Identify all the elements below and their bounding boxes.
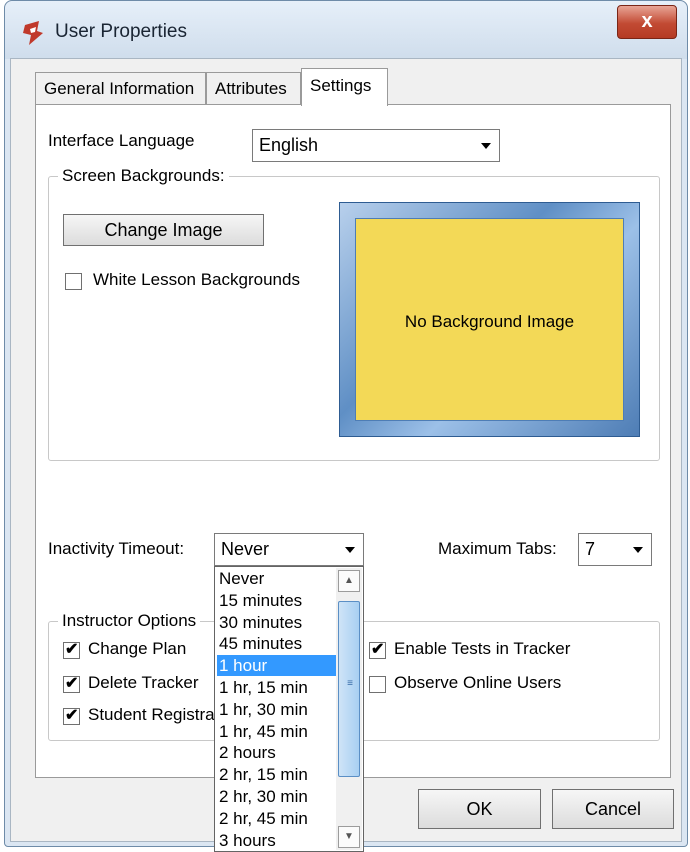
observe-online-users-checkbox[interactable] bbox=[369, 676, 386, 693]
ok-button[interactable]: OK bbox=[418, 789, 541, 829]
white-lesson-backgrounds-label: White Lesson Backgrounds bbox=[93, 270, 300, 289]
timeout-option[interactable]: 1 hr, 30 min bbox=[217, 699, 337, 720]
timeout-option[interactable]: 1 hour bbox=[217, 655, 337, 677]
selected-language: English bbox=[259, 135, 319, 155]
background-preview-frame: No Background Image bbox=[339, 202, 640, 437]
dropdown-scrollbar[interactable]: ▲ ≡ ▼ bbox=[336, 568, 362, 850]
inactivity-timeout-label: Inactivity Timeout: bbox=[48, 539, 185, 558]
screen-backgrounds-title: Screen Backgrounds: bbox=[58, 166, 229, 186]
scroll-down-button[interactable]: ▼ bbox=[338, 826, 360, 848]
timeout-option[interactable]: 1 hr, 15 min bbox=[217, 677, 337, 698]
checkmark-icon: ✔ bbox=[65, 675, 79, 692]
timeout-option[interactable]: 2 hr, 45 min bbox=[217, 808, 337, 829]
preview-text: No Background Image bbox=[404, 312, 575, 331]
timeout-option[interactable]: Never bbox=[217, 568, 337, 589]
chevron-down-icon bbox=[481, 143, 491, 149]
timeout-option[interactable]: 45 minutes bbox=[217, 633, 337, 654]
student-registration-label: Student Registra bbox=[88, 705, 215, 724]
change-plan-checkbox[interactable]: ✔ bbox=[63, 641, 80, 659]
button-label: OK bbox=[466, 799, 493, 819]
maximum-tabs-label: Maximum Tabs: bbox=[438, 539, 557, 558]
checkmark-icon: ✔ bbox=[65, 707, 79, 724]
button-label: Cancel bbox=[584, 799, 642, 819]
background-preview: No Background Image bbox=[355, 218, 624, 421]
checkmark-icon: ✔ bbox=[371, 641, 385, 658]
scroll-up-button[interactable]: ▲ bbox=[338, 570, 360, 592]
change-image-button[interactable]: Change Image bbox=[63, 214, 264, 246]
cancel-button[interactable]: Cancel bbox=[552, 789, 674, 829]
timeout-option[interactable]: 3 hours bbox=[217, 830, 337, 851]
instructor-options-title: Instructor Options bbox=[58, 611, 201, 631]
chevron-down-icon bbox=[633, 547, 643, 553]
student-registration-checkbox[interactable]: ✔ bbox=[63, 707, 80, 725]
chevron-up-icon: ▲ bbox=[344, 575, 354, 586]
timeout-option[interactable]: 30 minutes bbox=[217, 612, 337, 633]
checkmark-icon: ✔ bbox=[65, 641, 79, 658]
timeout-option[interactable]: 15 minutes bbox=[217, 590, 337, 611]
timeout-option[interactable]: 2 hr, 30 min bbox=[217, 786, 337, 807]
button-label: Change Image bbox=[104, 220, 223, 240]
selected-max-tabs: 7 bbox=[585, 539, 596, 559]
selected-timeout: Never bbox=[221, 539, 270, 559]
interface-language-select[interactable]: English bbox=[252, 129, 500, 162]
scroll-thumb[interactable]: ≡ bbox=[338, 601, 360, 777]
observe-online-users-label: Observe Online Users bbox=[394, 673, 562, 692]
white-lesson-backgrounds-checkbox[interactable] bbox=[65, 273, 82, 290]
delete-tracker-checkbox[interactable]: ✔ bbox=[63, 675, 80, 693]
maximum-tabs-select[interactable]: 7 bbox=[578, 533, 652, 566]
enable-tests-in-tracker-label: Enable Tests in Tracker bbox=[394, 639, 571, 658]
delete-tracker-label: Delete Tracker bbox=[88, 673, 199, 692]
chevron-down-icon: ▼ bbox=[344, 831, 354, 842]
enable-tests-in-tracker-checkbox[interactable]: ✔ bbox=[369, 641, 386, 659]
timeout-option[interactable]: 2 hr, 15 min bbox=[217, 764, 337, 785]
grip-icon: ≡ bbox=[347, 678, 353, 689]
change-plan-label: Change Plan bbox=[88, 639, 187, 658]
timeout-option[interactable]: 2 hours bbox=[217, 742, 337, 763]
inactivity-timeout-dropdown-list[interactable]: Never 15 minutes 30 minutes 45 minutes 1 hou… bbox=[214, 566, 364, 852]
interface-language-label: Interface Language bbox=[48, 131, 195, 150]
timeout-option[interactable]: 1 hr, 45 min bbox=[217, 721, 337, 742]
inactivity-timeout-select[interactable]: Never bbox=[214, 533, 364, 566]
chevron-down-icon bbox=[345, 547, 355, 553]
